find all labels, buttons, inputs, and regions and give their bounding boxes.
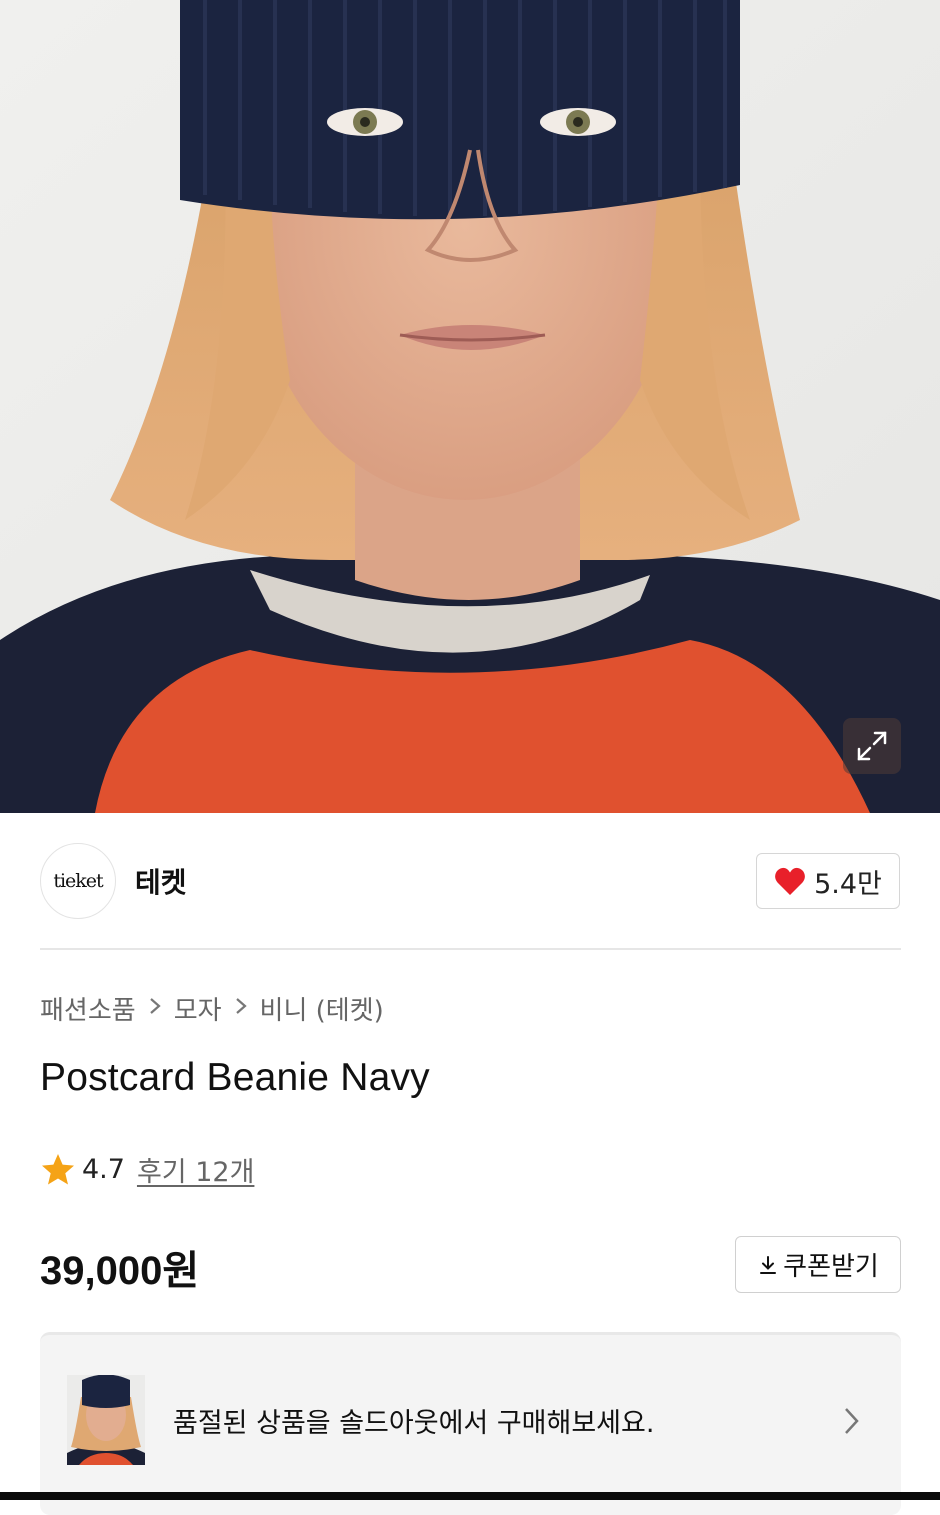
expand-image-button[interactable] bbox=[843, 718, 901, 774]
brand-name[interactable]: 테켓 bbox=[135, 861, 187, 901]
product-image[interactable] bbox=[0, 0, 940, 813]
brand-logo[interactable]: tieket bbox=[40, 843, 116, 919]
coupon-button[interactable]: 쿠폰받기 bbox=[735, 1236, 901, 1293]
model-photo bbox=[0, 0, 940, 813]
chevron-right-icon bbox=[234, 996, 248, 1022]
like-button[interactable]: 5.4만 bbox=[756, 853, 900, 909]
product-title: Postcard Beanie Navy bbox=[40, 1056, 430, 1099]
breadcrumb-item-current[interactable]: 비니 (테켓) bbox=[260, 990, 384, 1027]
soldout-thumbnail bbox=[67, 1375, 145, 1465]
breadcrumb: 패션소품 모자 비니 (테켓) bbox=[40, 990, 384, 1027]
divider bbox=[40, 948, 901, 950]
rating-value: 4.7 bbox=[82, 1154, 125, 1185]
soldout-banner[interactable]: 품절된 상품을 솔드아웃에서 구매해보세요. bbox=[40, 1332, 901, 1515]
heart-icon bbox=[775, 867, 805, 895]
breadcrumb-item-category[interactable]: 패션소품 bbox=[40, 990, 136, 1027]
brand-row: tieket 테켓 5.4만 bbox=[40, 843, 901, 919]
review-count-link[interactable]: 후기 12개 bbox=[137, 1150, 254, 1189]
brand-logo-text: tieket bbox=[53, 870, 103, 892]
coupon-label: 쿠폰받기 bbox=[783, 1252, 879, 1282]
product-price: 39,000원 bbox=[40, 1249, 200, 1293]
soldout-message: 품절된 상품을 솔드아웃에서 구매해보세요. bbox=[173, 1408, 655, 1439]
like-count: 5.4만 bbox=[814, 868, 882, 900]
chevron-right-icon bbox=[148, 996, 162, 1022]
star-icon bbox=[42, 1153, 74, 1184]
expand-icon bbox=[857, 731, 887, 761]
rating-row: 4.7 후기 12개 bbox=[40, 1150, 254, 1189]
download-icon bbox=[760, 1255, 777, 1274]
bottom-edge bbox=[0, 1492, 940, 1500]
chevron-right-icon[interactable] bbox=[840, 1405, 862, 1441]
breadcrumb-item-subcategory[interactable]: 모자 bbox=[174, 990, 222, 1027]
